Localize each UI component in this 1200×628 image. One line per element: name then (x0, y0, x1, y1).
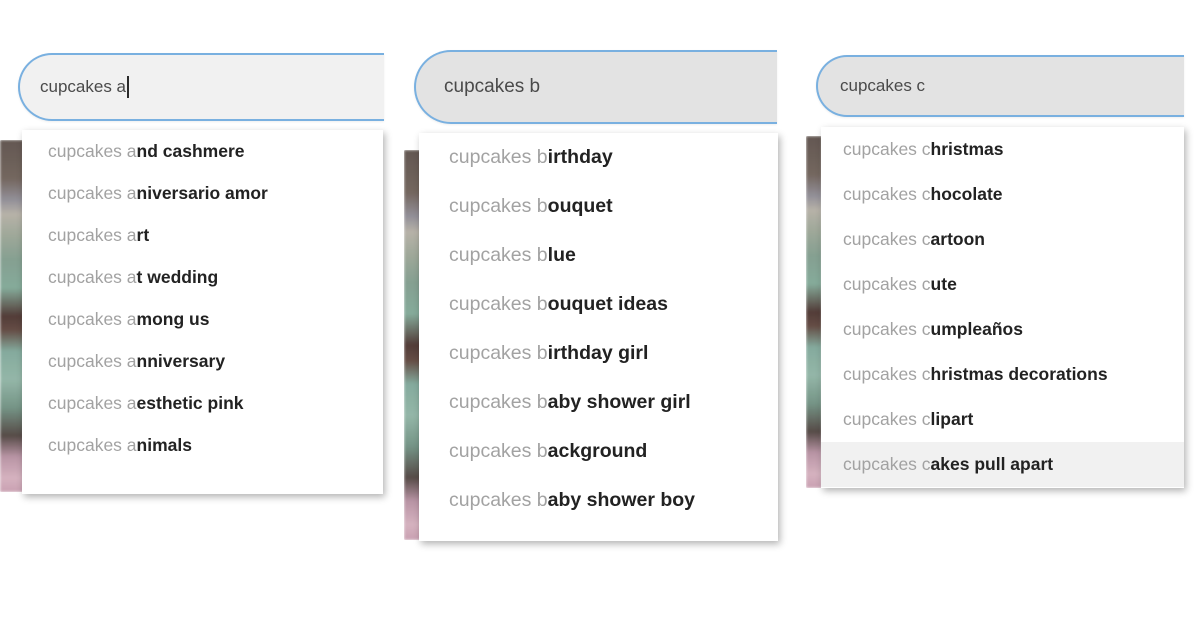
suggestion-completion: ute (930, 274, 957, 294)
suggestion-completion: ouquet (547, 195, 613, 217)
suggestion-typed: cupcakes c (843, 454, 931, 474)
suggestion-completion: umpleaños (930, 319, 1023, 339)
suggestion-item[interactable]: cupcakes b ackground (419, 427, 778, 476)
suggestion-completion: hristmas (930, 139, 1004, 159)
suggestion-typed: cupcakes a (48, 182, 137, 203)
suggestion-item[interactable]: cupcakes c ute (821, 262, 1184, 307)
suggestion-typed: cupcakes b (449, 391, 548, 413)
text-caret (127, 76, 129, 98)
suggestion-completion: aby shower boy (547, 489, 696, 511)
suggestion-completion: lipart (930, 409, 974, 429)
suggestion-completion: artoon (930, 229, 985, 249)
suggestion-typed: cupcakes c (843, 274, 931, 294)
suggestion-item[interactable]: cupcakes b irthday girl (419, 329, 778, 378)
suggestion-item[interactable]: cupcakes a esthetic pink (22, 382, 383, 424)
background-photo-strip (806, 136, 822, 488)
suggestion-item[interactable]: cupcakes b irthday (419, 133, 778, 182)
suggestion-completion: t wedding (136, 266, 219, 287)
suggestion-completion: hristmas decorations (930, 364, 1108, 384)
suggestions-dropdown-c[interactable]: cupcakes c hristmas cupcakes c hocolate cu… (821, 127, 1184, 488)
suggestion-item[interactable]: cupcakes c hristmas decorations (821, 352, 1184, 397)
suggestion-item[interactable]: cupcakes b aby shower girl (419, 378, 778, 427)
screenshot-canvas: cupcakes a cupcakes a nd cashmere cupcake… (0, 0, 1200, 628)
suggestion-typed: cupcakes b (449, 244, 548, 266)
suggestion-item[interactable]: cupcakes b lue (419, 231, 778, 280)
suggestion-typed: cupcakes a (48, 350, 137, 371)
suggestion-typed: cupcakes b (449, 293, 548, 315)
suggestion-item[interactable]: cupcakes c hocolate (821, 172, 1184, 217)
suggestion-item[interactable]: cupcakes at wedding (22, 256, 383, 298)
suggestion-item[interactable]: cupcakes b ouquet ideas (419, 280, 778, 329)
suggestion-typed: cupcakes a (48, 392, 137, 413)
suggestion-item[interactable]: cupcakes a niversario amor (22, 172, 383, 214)
suggestion-completion: lue (547, 244, 576, 266)
search-input-c[interactable]: cupcakes c (816, 55, 1184, 117)
background-photo-strip (0, 140, 24, 492)
suggestion-completion: niversario amor (136, 182, 268, 203)
suggestion-typed: cupcakes c (843, 184, 931, 204)
search-query-text-b: cupcakes b (444, 76, 540, 98)
search-query-value-a: cupcakes a (40, 77, 126, 96)
suggestion-typed: cupcakes b (449, 440, 548, 462)
suggestion-completion: akes pull apart (930, 454, 1054, 474)
search-input-b[interactable]: cupcakes b (414, 50, 777, 124)
suggestion-typed: cupcakes c (843, 364, 931, 384)
suggestion-item[interactable]: cupcakes b ouquet (419, 182, 778, 231)
suggestion-completion: hocolate (930, 184, 1003, 204)
suggestion-completion: irthday (547, 146, 613, 168)
suggestion-completion: ouquet ideas (547, 293, 668, 315)
suggestion-item[interactable]: cupcakes c hristmas (821, 127, 1184, 172)
suggestion-item[interactable]: cupcakes a nd cashmere (22, 130, 383, 172)
suggestion-completion: mong us (136, 308, 210, 329)
suggestion-typed: cupcakes a (48, 224, 137, 245)
suggestion-typed: cupcakes c (843, 409, 931, 429)
suggestion-completion: aby shower girl (547, 391, 691, 413)
search-query-value-c: cupcakes c (840, 76, 926, 95)
suggestion-item[interactable]: cupcakes a nimals (22, 424, 383, 466)
suggestions-dropdown-b[interactable]: cupcakes b irthday cupcakes b ouquet cupca… (419, 133, 778, 541)
suggestion-completion: ackground (547, 440, 648, 462)
suggestion-typed: cupcakes c (843, 139, 931, 159)
suggestion-typed: cupcakes b (449, 489, 548, 511)
suggestion-item[interactable]: cupcakes a nniversary (22, 340, 383, 382)
suggestion-item-highlighted[interactable]: cupcakes c akes pull apart (821, 442, 1184, 487)
suggestion-item[interactable]: cupcakes c artoon (821, 217, 1184, 262)
search-query-value-b: cupcakes b (444, 76, 541, 97)
suggestions-dropdown-a[interactable]: cupcakes a nd cashmere cupcakes a niversar… (22, 130, 383, 494)
suggestion-typed: cupcakes c (843, 229, 931, 249)
search-query-text-a: cupcakes a (40, 76, 129, 98)
suggestion-typed: cupcakes a (48, 140, 137, 161)
suggestion-completion: nniversary (136, 350, 226, 371)
suggestion-item[interactable]: cupcakes b aby shower boy (419, 476, 778, 525)
suggestion-typed: cupcakes a (48, 434, 137, 455)
search-input-a[interactable]: cupcakes a (18, 53, 384, 121)
suggestion-typed: cupcakes a (48, 266, 137, 287)
search-query-text-c: cupcakes c (840, 76, 925, 96)
suggestion-completion: rt (136, 224, 150, 245)
suggestion-completion: esthetic pink (136, 392, 244, 413)
suggestion-completion: nimals (136, 434, 192, 455)
suggestion-item[interactable]: cupcakes a mong us (22, 298, 383, 340)
suggestion-item[interactable]: cupcakes c umpleaños (821, 307, 1184, 352)
suggestion-completion: nd cashmere (136, 140, 245, 161)
suggestion-typed: cupcakes a (48, 308, 137, 329)
suggestion-typed: cupcakes b (449, 195, 548, 217)
suggestion-completion: irthday girl (547, 342, 649, 364)
suggestion-item[interactable]: cupcakes c lipart (821, 397, 1184, 442)
suggestion-typed: cupcakes b (449, 342, 548, 364)
suggestion-typed: cupcakes c (843, 319, 931, 339)
suggestion-typed: cupcakes b (449, 146, 548, 168)
suggestion-item[interactable]: cupcakes a rt (22, 214, 383, 256)
